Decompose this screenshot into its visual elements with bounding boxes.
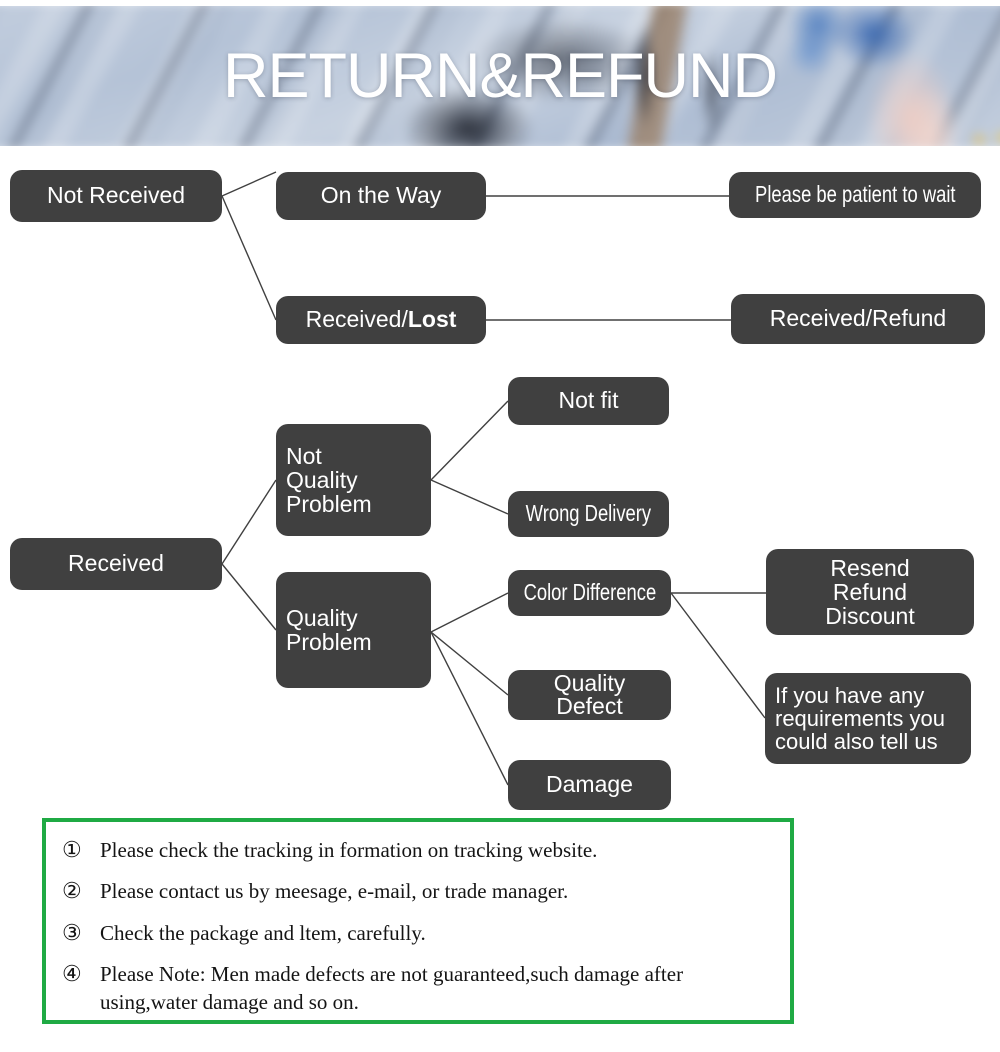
node-label: Not Quality Problem — [286, 442, 372, 518]
note-item: ① Please check the tracking in formation… — [62, 836, 774, 864]
node-please-be-patient-to-wait[interactable]: Please be patient to wait — [729, 172, 981, 218]
node-label: Quality Defect — [553, 669, 626, 719]
node-not-quality-problem[interactable]: Not Quality Problem — [276, 424, 431, 536]
node-not-fit[interactable]: Not fit — [508, 377, 669, 425]
node-received-lost[interactable]: Received/Lost — [276, 296, 486, 344]
node-received-refund[interactable]: Received/Refund — [731, 294, 985, 344]
node-label: Received/Refund — [769, 305, 947, 332]
note-number-icon: ④ — [62, 961, 82, 987]
node-color-difference[interactable]: Color Difference — [508, 570, 671, 616]
note-item: ③ Check the package and ltem, carefully. — [62, 919, 774, 947]
node-resend-refund-discount[interactable]: Resend Refund Discount — [766, 549, 974, 635]
note-text: Please check the tracking in formation o… — [100, 838, 598, 862]
node-quality-problem[interactable]: Quality Problem — [276, 572, 431, 688]
node-label: Quality Problem — [286, 604, 372, 655]
node-label: Please be patient to wait — [754, 181, 956, 208]
node-label: Received/Lost — [305, 306, 457, 333]
note-number-icon: ② — [62, 878, 82, 904]
note-number-icon: ① — [62, 837, 82, 862]
note-item: ④ Please Note: Men made defects are not … — [62, 960, 774, 1017]
node-label: On the Way — [320, 182, 442, 209]
node-label: Resend Refund Discount — [825, 554, 915, 630]
node-quality-defect[interactable]: Quality Defect — [508, 670, 671, 720]
node-on-the-way[interactable]: On the Way — [276, 172, 486, 220]
note-item: ② Please contact us by meesage, e-mail, … — [62, 877, 774, 905]
note-text: Please contact us by meesage, e-mail, or… — [100, 879, 569, 904]
return-refund-flowchart: Not Received On the Way Received/Lost Pl… — [0, 146, 1000, 826]
notes-panel: ① Please check the tracking in formation… — [42, 818, 794, 1024]
node-label: Color Difference — [523, 579, 656, 606]
node-wrong-delivery[interactable]: Wrong Delivery — [508, 491, 669, 537]
page-title: RETURN&REFUND — [223, 41, 778, 111]
node-received[interactable]: Received — [10, 538, 222, 590]
note-text: Please Note: Men made defects are not gu… — [100, 962, 684, 1015]
node-damage[interactable]: Damage — [508, 760, 671, 810]
node-label: If you have any requirements you could a… — [775, 682, 945, 755]
node-not-received[interactable]: Not Received — [10, 170, 222, 222]
note-text: Check the package and ltem, carefully. — [100, 920, 426, 945]
note-number-icon: ③ — [62, 919, 82, 945]
node-label: Not fit — [558, 387, 619, 414]
node-label: Not Received — [46, 182, 186, 209]
node-label: Received — [68, 550, 164, 577]
header-banner: RETURN&REFUND — [0, 6, 1000, 146]
node-label: Damage — [546, 771, 633, 798]
node-label: Wrong Delivery — [525, 500, 652, 527]
node-if-you-have-any-requirements[interactable]: If you have any requirements you could a… — [765, 673, 971, 764]
